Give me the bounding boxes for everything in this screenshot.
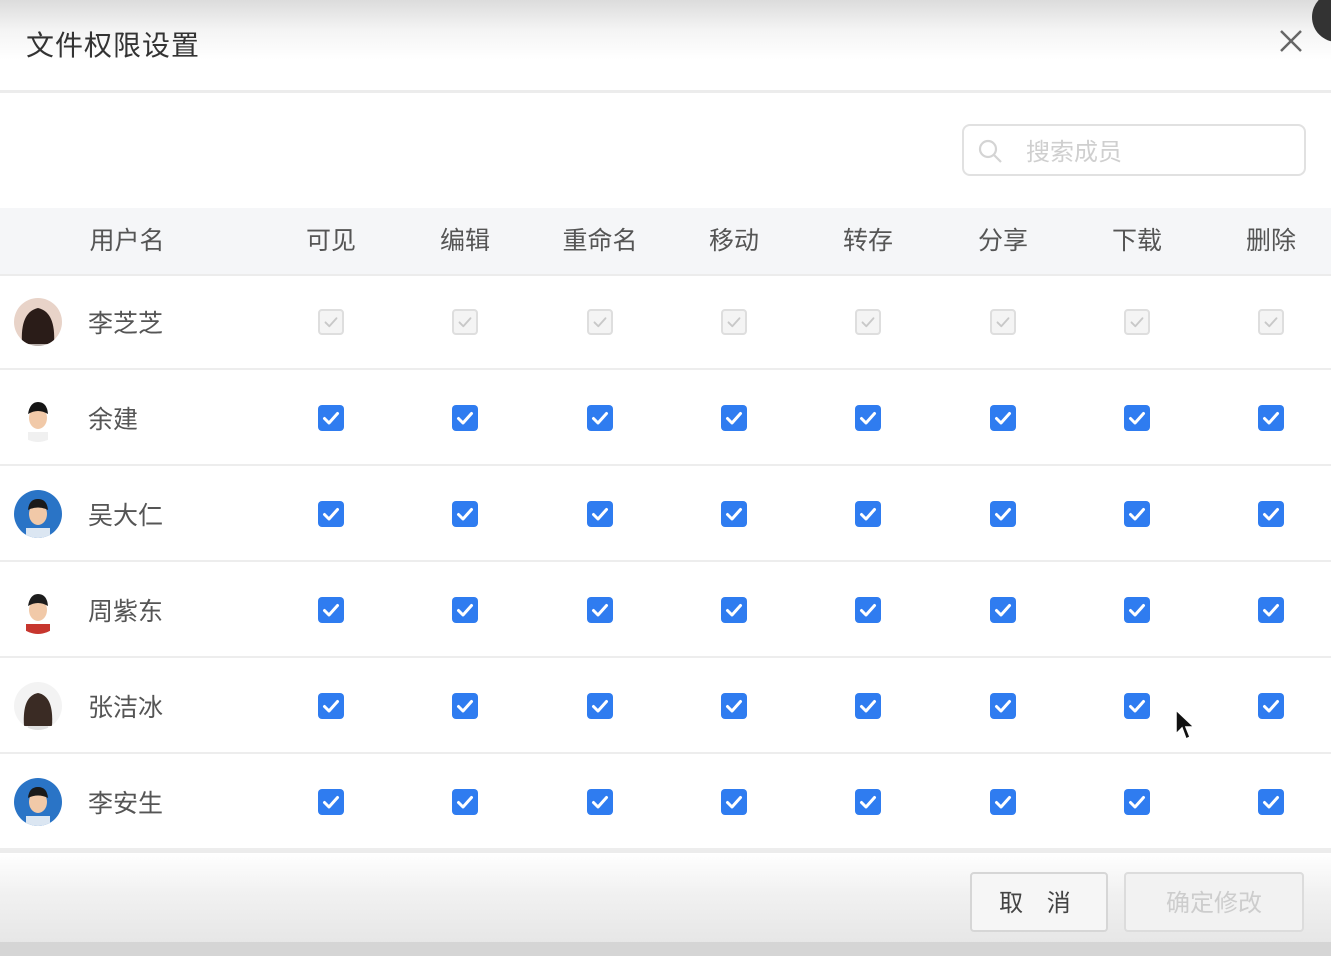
mouse-cursor-icon (1175, 708, 1196, 741)
permission-checkbox-重命名[interactable] (587, 405, 613, 431)
permission-checkbox-分享[interactable] (990, 789, 1016, 815)
search-icon (978, 139, 1002, 163)
table-row: 张洁冰 (0, 658, 1331, 754)
permission-checkbox-转存[interactable] (855, 597, 881, 623)
table-row: 李安生 (0, 754, 1331, 850)
user-name: 吴大仁 (88, 501, 164, 530)
permission-checkbox-移动[interactable] (721, 693, 747, 719)
close-icon[interactable] (1276, 26, 1306, 56)
column-header-1: 可见 (305, 226, 356, 255)
cancel-button[interactable]: 取 消 (970, 872, 1108, 932)
column-header-5: 转存 (842, 226, 893, 255)
table-row: 周紫东 (0, 562, 1331, 658)
permission-checkbox-下载 (1124, 309, 1150, 335)
permission-checkbox-重命名[interactable] (587, 597, 613, 623)
table-row: 余建 (0, 370, 1331, 466)
confirm-button[interactable]: 确定修改 (1124, 872, 1304, 932)
dialog-title: 文件权限设置 (26, 29, 201, 62)
permission-checkbox-下载[interactable] (1124, 597, 1150, 623)
permission-checkbox-重命名[interactable] (587, 693, 613, 719)
permission-checkbox-转存[interactable] (855, 693, 881, 719)
permission-checkbox-移动 (721, 309, 747, 335)
permission-checkbox-可见 (318, 309, 344, 335)
dialog-header: 文件权限设置 (0, 0, 1331, 93)
permission-checkbox-分享[interactable] (990, 405, 1016, 431)
column-header-2: 编辑 (439, 226, 490, 255)
permission-checkbox-分享 (990, 309, 1016, 335)
permission-checkbox-分享[interactable] (990, 597, 1016, 623)
permission-checkbox-编辑[interactable] (452, 693, 478, 719)
footer-strip (0, 942, 1331, 956)
avatar (14, 490, 62, 538)
permission-checkbox-转存 (855, 309, 881, 335)
permission-checkbox-重命名[interactable] (587, 789, 613, 815)
permission-checkbox-转存[interactable] (855, 405, 881, 431)
avatar (14, 394, 62, 442)
avatar (14, 682, 62, 730)
permission-checkbox-编辑[interactable] (452, 501, 478, 527)
permission-checkbox-下载[interactable] (1124, 789, 1150, 815)
permission-checkbox-删除[interactable] (1258, 693, 1284, 719)
column-header-3: 重命名 (562, 226, 638, 255)
permission-checkbox-分享[interactable] (990, 693, 1016, 719)
table-row: 李芝芝 (0, 274, 1331, 370)
permission-checkbox-重命名[interactable] (587, 501, 613, 527)
permission-checkbox-可见[interactable] (318, 405, 344, 431)
permission-checkbox-删除[interactable] (1258, 501, 1284, 527)
permission-checkbox-可见[interactable] (318, 501, 344, 527)
permission-checkbox-可见[interactable] (318, 693, 344, 719)
window-corner-button[interactable] (1312, 0, 1331, 42)
table-row: 吴大仁 (0, 466, 1331, 562)
permission-checkbox-下载[interactable] (1124, 693, 1150, 719)
permission-checkbox-分享[interactable] (990, 501, 1016, 527)
permission-checkbox-删除[interactable] (1258, 789, 1284, 815)
permission-checkbox-移动[interactable] (721, 597, 747, 623)
avatar (14, 586, 62, 634)
permission-checkbox-删除[interactable] (1258, 405, 1284, 431)
column-header-7: 下载 (1111, 226, 1162, 255)
column-header-username: 用户名 (89, 226, 165, 255)
permission-checkbox-删除[interactable] (1258, 597, 1284, 623)
permission-checkbox-编辑[interactable] (452, 405, 478, 431)
permission-checkbox-移动[interactable] (721, 789, 747, 815)
permission-checkbox-转存[interactable] (855, 501, 881, 527)
column-header-4: 移动 (708, 226, 759, 255)
member-search[interactable] (962, 124, 1306, 176)
permission-checkbox-移动[interactable] (721, 501, 747, 527)
table-header: 用户名 可见 编辑 重命名 移动 转存 分享 下载 删除 (0, 208, 1331, 276)
permission-checkbox-可见[interactable] (318, 789, 344, 815)
user-name: 李芝芝 (88, 309, 164, 338)
permission-checkbox-转存[interactable] (855, 789, 881, 815)
user-name: 李安生 (88, 789, 164, 818)
permission-checkbox-重命名 (587, 309, 613, 335)
column-header-8: 删除 (1245, 226, 1296, 255)
avatar (14, 778, 62, 826)
user-name: 周紫东 (88, 597, 164, 626)
avatar (14, 298, 62, 346)
permission-checkbox-可见[interactable] (318, 597, 344, 623)
permission-checkbox-编辑[interactable] (452, 789, 478, 815)
permission-checkbox-移动[interactable] (721, 405, 747, 431)
permission-checkbox-编辑[interactable] (452, 597, 478, 623)
user-name: 张洁冰 (88, 693, 164, 722)
permission-checkbox-下载[interactable] (1124, 501, 1150, 527)
permission-checkbox-编辑 (452, 309, 478, 335)
permission-checkbox-删除 (1258, 309, 1284, 335)
search-input[interactable] (1024, 134, 1298, 170)
permission-checkbox-下载[interactable] (1124, 405, 1150, 431)
column-header-6: 分享 (977, 226, 1028, 255)
file-permission-dialog: 文件权限设置 用户名 可见 编辑 重命名 移动 转存 分享 下载 删除 李芝芝余建吴大仁周紫东张… (0, 0, 1331, 956)
user-name: 余建 (88, 405, 139, 434)
